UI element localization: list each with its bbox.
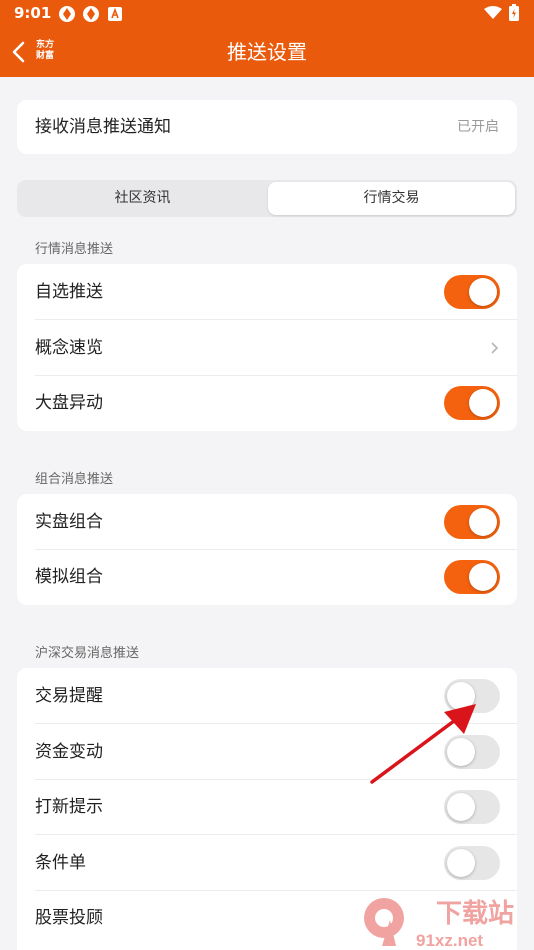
row-label: 打新提示 bbox=[35, 797, 103, 817]
market-movement-toggle[interactable] bbox=[444, 386, 500, 420]
app-header: 9:01 东方 财富 推送设置 bbox=[0, 0, 534, 77]
site-watermark-logo: 下载站 91xz.net bbox=[364, 898, 514, 950]
market-push-card: 自选推送 概念速览 大盘异动 bbox=[17, 264, 517, 431]
status-time: 9:01 bbox=[14, 4, 52, 22]
receive-notifications-status: 已开启 bbox=[457, 119, 499, 135]
receive-notifications-row[interactable]: 接收消息推送通知 已开启 bbox=[17, 100, 517, 154]
status-bar: 9:01 bbox=[0, 0, 534, 28]
toggle-knob bbox=[469, 278, 497, 306]
row-concept-overview[interactable]: 概念速览 bbox=[17, 320, 517, 376]
tab-market-trading[interactable]: 行情交易 bbox=[268, 182, 515, 215]
page-title: 推送设置 bbox=[227, 40, 307, 64]
row-label: 条件单 bbox=[35, 853, 86, 873]
row-watchlist-push: 自选推送 bbox=[17, 264, 517, 320]
row-label: 模拟组合 bbox=[35, 567, 103, 587]
real-portfolio-toggle[interactable] bbox=[444, 505, 500, 539]
row-real-portfolio: 实盘组合 bbox=[17, 494, 517, 550]
battery-icon bbox=[509, 4, 519, 21]
row-label: 实盘组合 bbox=[35, 512, 103, 532]
row-label: 大盘异动 bbox=[35, 393, 103, 413]
toggle-knob bbox=[469, 389, 497, 417]
watermark-small-text: 91xz.net bbox=[416, 931, 483, 950]
receive-notifications-label: 接收消息推送通知 bbox=[35, 117, 171, 137]
toggle-knob bbox=[469, 563, 497, 591]
wifi-icon bbox=[484, 6, 502, 19]
notification-app-icon-2 bbox=[83, 6, 99, 22]
row-label: 交易提醒 bbox=[35, 686, 103, 706]
simulated-portfolio-toggle[interactable] bbox=[444, 560, 500, 594]
tab-community-news[interactable]: 社区资讯 bbox=[19, 182, 266, 215]
section-title-portfolio: 组合消息推送 bbox=[35, 472, 114, 487]
section-title-market: 行情消息推送 bbox=[35, 242, 114, 257]
ipo-reminder-toggle[interactable] bbox=[444, 790, 500, 824]
row-label: 自选推送 bbox=[35, 282, 103, 302]
receive-notifications-card[interactable]: 接收消息推送通知 已开启 bbox=[17, 100, 517, 154]
toggle-knob bbox=[447, 793, 475, 821]
section-title-trade: 沪深交易消息推送 bbox=[35, 646, 140, 661]
toggle-knob bbox=[469, 508, 497, 536]
watermark-big-text: 下载站 bbox=[436, 898, 514, 928]
chevron-right-icon bbox=[491, 342, 499, 354]
row-market-movement: 大盘异动 bbox=[17, 375, 517, 431]
toggle-knob bbox=[447, 849, 475, 877]
notification-a-icon bbox=[108, 7, 122, 21]
row-label: 资金变动 bbox=[35, 742, 103, 762]
conditional-order-toggle[interactable] bbox=[444, 846, 500, 880]
watchlist-push-toggle[interactable] bbox=[444, 275, 500, 309]
notification-app-icon bbox=[59, 6, 75, 22]
category-segmented-control: 社区资讯 行情交易 bbox=[17, 180, 517, 217]
row-label: 股票投顾 bbox=[35, 908, 103, 928]
portfolio-push-card: 实盘组合 模拟组合 bbox=[17, 494, 517, 605]
row-label: 概念速览 bbox=[35, 338, 103, 358]
row-ipo-reminder: 打新提示 bbox=[17, 779, 517, 835]
row-simulated-portfolio: 模拟组合 bbox=[17, 549, 517, 605]
annotation-arrow-icon bbox=[370, 704, 476, 784]
